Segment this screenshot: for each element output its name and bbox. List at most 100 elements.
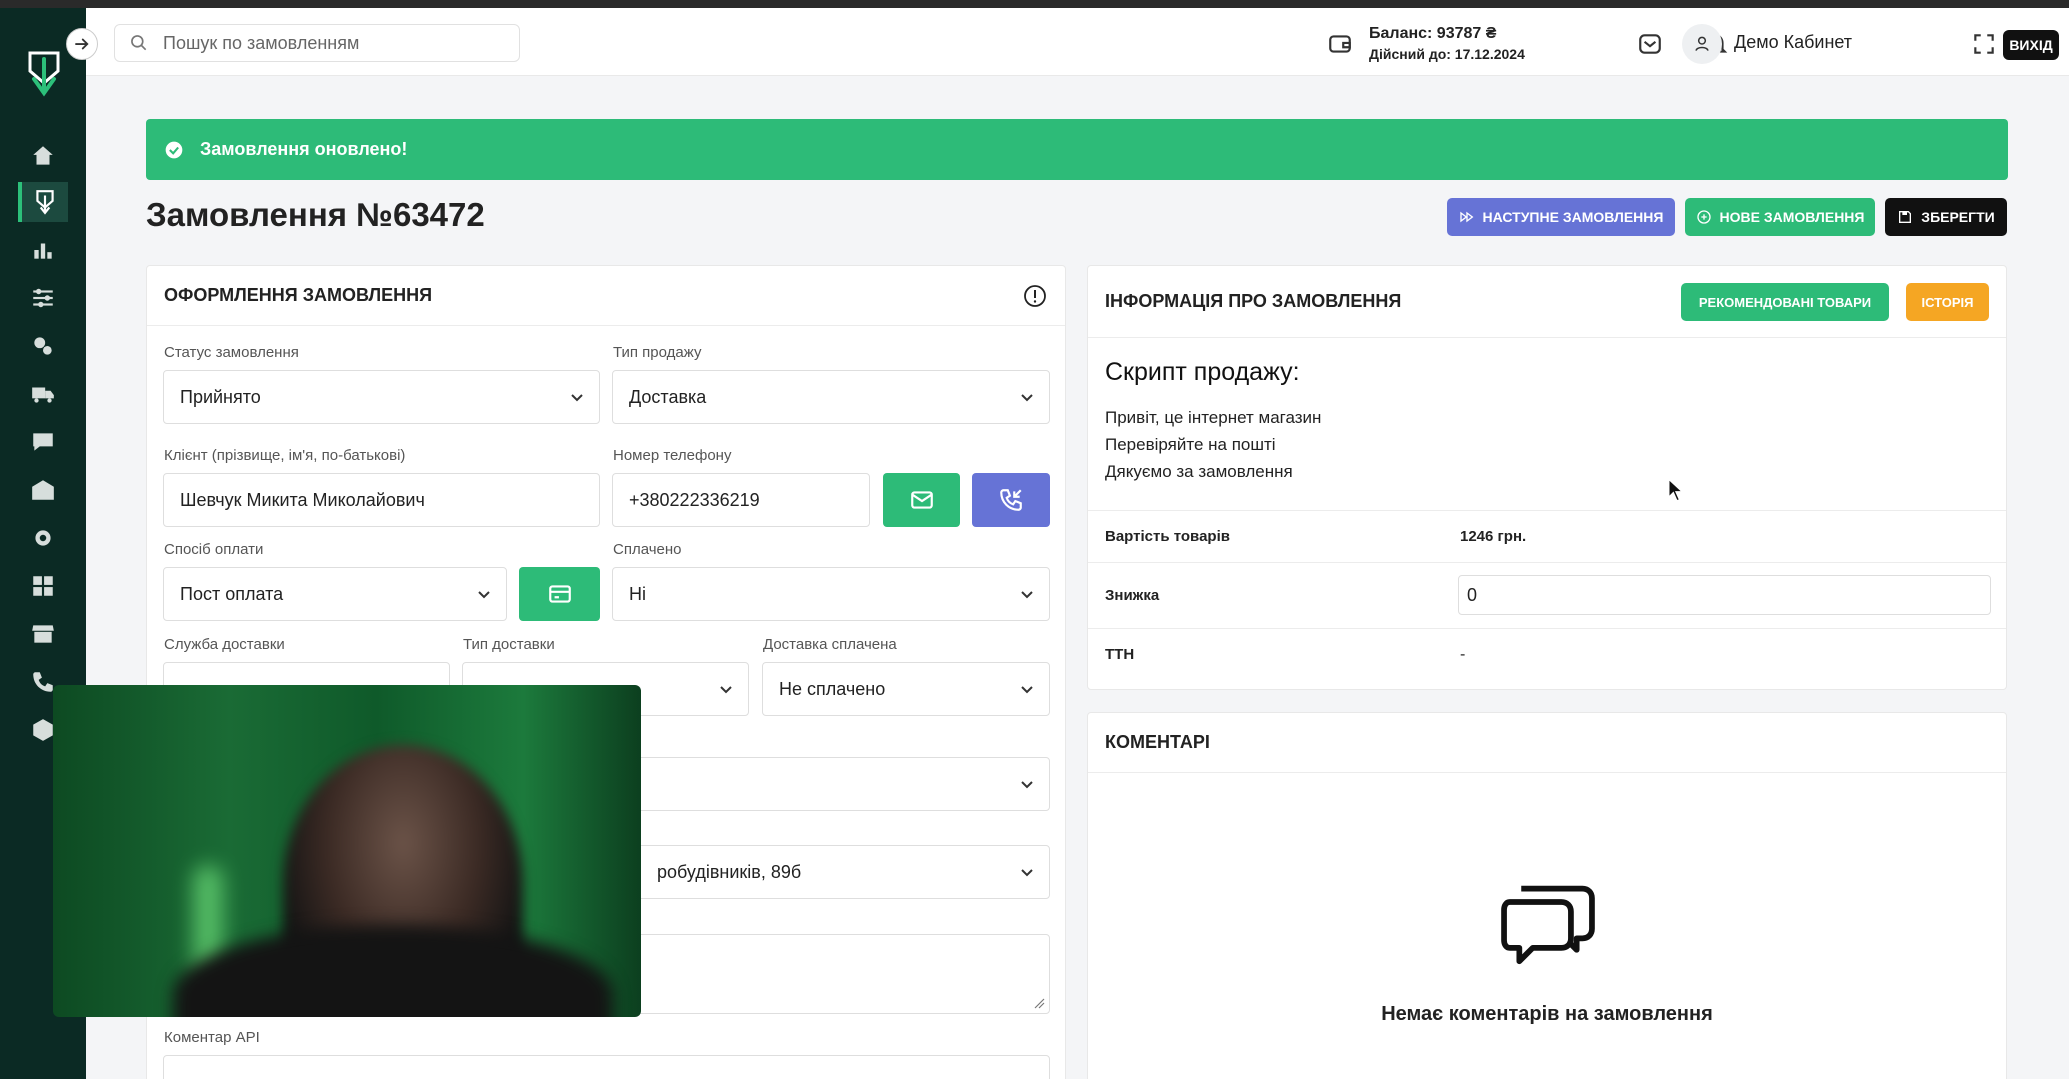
phone-incoming-icon	[1000, 489, 1022, 511]
discount-input[interactable]: 0	[1458, 575, 1991, 615]
payment-card-button[interactable]	[519, 567, 600, 621]
success-alert: Замовлення оновлено!	[146, 119, 2008, 180]
order-form-title: ОФОРМЛЕННЯ ЗАМОВЛЕННЯ	[164, 285, 433, 305]
client-label: Клієнт (прізвище, ім'я, по-батькові)	[164, 447, 406, 464]
no-comments-text: Немає коментарів на замовлення	[1381, 1003, 1713, 1025]
sales-script-text: Привіт, це інтернет магазин Перевіряйте …	[1105, 404, 1321, 485]
status-value: Прийнято	[180, 386, 261, 407]
chevron-down-icon	[478, 591, 490, 599]
home-icon[interactable]	[18, 136, 68, 176]
credit-card-icon	[548, 585, 571, 603]
sidebar-collapse-button[interactable]	[66, 28, 98, 60]
ttn-label: ТТН	[1105, 646, 1135, 663]
discount-row: Знижка 0	[1088, 562, 2006, 628]
inbox-icon[interactable]	[1636, 30, 1664, 58]
plus-circle-icon	[1696, 210, 1711, 224]
address-value: робудівників, 89б	[657, 861, 802, 882]
warehouse-icon[interactable]	[18, 470, 68, 510]
resize-handle-icon[interactable]	[1033, 997, 1045, 1009]
chevron-down-icon	[1021, 781, 1033, 789]
search-icon	[131, 35, 147, 51]
paid-select[interactable]: Ні	[612, 567, 1050, 621]
info-icon[interactable]	[1023, 284, 1047, 308]
script-line: Перевіряйте на пошті	[1105, 435, 1276, 454]
save-label: ЗБЕРЕГТИ	[1921, 209, 1995, 225]
delivery-paid-select[interactable]: Не сплачено	[762, 662, 1050, 716]
app-root: Баланс: 93787 ₴ Дійсний до: 17.12.2024 Д…	[0, 0, 2069, 1079]
delivery-service-label: Служба доставки	[164, 636, 285, 653]
order-info-panel: ІНФОРМАЦІЯ ПРО ЗАМОВЛЕННЯ РЕКОМЕНДОВАНІ …	[1087, 265, 2007, 690]
delivery-paid-value: Не сплачено	[779, 678, 886, 699]
user-avatar[interactable]	[1682, 24, 1722, 64]
payment-method-label: Спосіб оплати	[164, 541, 264, 558]
chevron-down-icon	[571, 394, 583, 402]
chat-icon[interactable]	[18, 422, 68, 462]
ttn-row: ТТН -	[1088, 628, 2006, 680]
paid-value: Ні	[629, 583, 646, 604]
alert-message: Замовлення оновлено!	[200, 139, 408, 159]
chevron-down-icon	[1021, 591, 1033, 599]
floppy-disk-icon	[1899, 211, 1912, 223]
comments-title: КОМЕНТАРІ	[1105, 732, 1210, 752]
mouse-cursor-icon	[1668, 477, 1685, 502]
client-value: Шевчук Микита Миколайович	[180, 489, 425, 510]
phone-label: Номер телефону	[613, 447, 732, 464]
integrations-icon[interactable]	[18, 326, 68, 366]
wallet-icon[interactable]	[1326, 30, 1354, 58]
user-name[interactable]: Демо Кабинет	[1734, 32, 1852, 53]
order-info-header: ІНФОРМАЦІЯ ПРО ЗАМОВЛЕННЯ РЕКОМЕНДОВАНІ …	[1088, 266, 2006, 338]
call-button[interactable]	[972, 473, 1050, 527]
new-order-button[interactable]: НОВЕ ЗАМОВЛЕННЯ	[1685, 198, 1875, 236]
top-header: Баланс: 93787 ₴ Дійсний до: 17.12.2024 Д…	[86, 8, 2069, 76]
discount-value: 0	[1467, 584, 1478, 605]
chevron-down-icon	[1021, 869, 1033, 877]
discount-label: Знижка	[1105, 587, 1160, 604]
status-select[interactable]: Прийнято	[163, 370, 600, 424]
client-field[interactable]: Шевчук Микита Миколайович	[163, 473, 600, 527]
paid-label: Сплачено	[613, 541, 682, 558]
order-form-header: ОФОРМЛЕННЯ ЗАМОВЛЕННЯ	[147, 266, 1065, 326]
exit-button[interactable]: ВИХІД	[2003, 30, 2059, 60]
chevron-down-icon	[1021, 686, 1033, 694]
comments-panel: КОМЕНТАРІ Немає коментарів на замовлення	[1087, 712, 2007, 1079]
sale-type-select[interactable]: Доставка	[612, 370, 1050, 424]
filters-icon[interactable]	[18, 278, 68, 318]
fullscreen-icon[interactable]	[1970, 30, 1998, 58]
webcam-overlay	[53, 685, 641, 1017]
envelope-icon	[910, 491, 933, 509]
brand-logo-icon[interactable]	[22, 48, 66, 100]
goods-cost-row: Вартість товарів 1246 грн.	[1088, 510, 2006, 562]
orders-icon[interactable]	[18, 182, 68, 222]
comments-header: КОМЕНТАРІ	[1088, 713, 2006, 773]
order-info-title: ІНФОРМАЦІЯ ПРО ЗАМОВЛЕННЯ	[1105, 291, 1402, 311]
save-button[interactable]: ЗБЕРЕГТИ	[1885, 198, 2007, 236]
status-label: Статус замовлення	[164, 344, 299, 361]
search-input[interactable]	[163, 32, 503, 54]
search-box[interactable]	[114, 24, 520, 62]
ttn-value: -	[1460, 645, 1466, 663]
api-comment-field[interactable]	[163, 1055, 1050, 1079]
check-circle-icon	[165, 141, 183, 158]
history-button[interactable]: ІСТОРІЯ	[1906, 283, 1989, 321]
delivery-icon[interactable]	[18, 374, 68, 414]
phone-field[interactable]: +380222336219	[612, 473, 870, 527]
phone-value: +380222336219	[629, 489, 760, 510]
recommended-products-button[interactable]: РЕКОМЕНДОВАНІ ТОВАРИ	[1681, 283, 1889, 321]
sale-type-label: Тип продажу	[613, 344, 702, 361]
delivery-paid-label: Доставка сплачена	[763, 636, 897, 653]
valid-until-label: Дійсний до: 17.12.2024	[1369, 46, 1525, 62]
chat-bubbles-icon	[1501, 885, 1595, 965]
send-email-button[interactable]	[883, 473, 960, 527]
next-order-button[interactable]: НАСТУПНЕ ЗАМОВЛЕННЯ	[1447, 198, 1675, 236]
dashboard-icon[interactable]	[18, 566, 68, 606]
window-top-strip	[0, 0, 2069, 8]
analytics-icon[interactable]	[18, 230, 68, 270]
settings-icon[interactable]	[18, 518, 68, 558]
fast-forward-icon	[1459, 211, 1473, 223]
store-icon[interactable]	[18, 614, 68, 654]
script-line: Дякуємо за замовлення	[1105, 462, 1293, 481]
balance-label: Баланс: 93787 ₴	[1369, 25, 1497, 42]
payment-method-select[interactable]: Пост оплата	[163, 567, 507, 621]
goods-cost-label: Вартість товарів	[1105, 528, 1230, 545]
sales-script-title: Скрипт продажу:	[1105, 358, 1300, 386]
